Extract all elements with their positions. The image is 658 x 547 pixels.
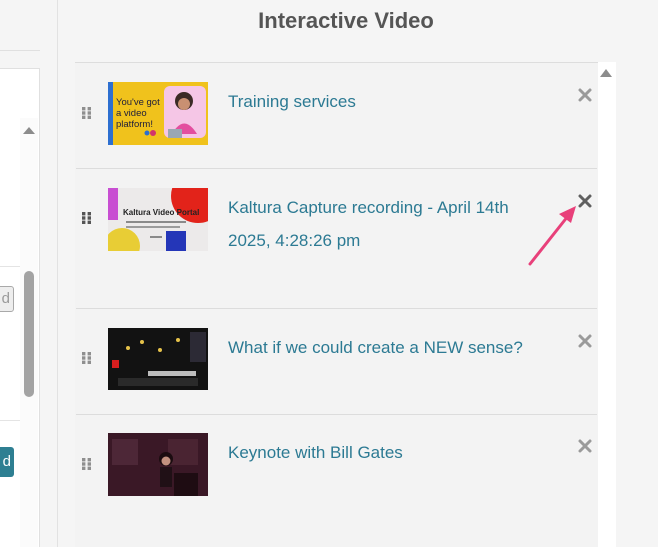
drag-handle-icon[interactable]	[82, 107, 92, 119]
video-title[interactable]: Training services	[228, 85, 533, 118]
close-icon[interactable]	[577, 87, 593, 103]
left-divider	[0, 50, 40, 51]
video-title[interactable]: Keynote with Bill Gates	[228, 436, 533, 469]
svg-text:a video: a video	[116, 108, 147, 119]
panel-divider	[57, 0, 58, 547]
scroll-up-icon[interactable]	[600, 69, 612, 77]
close-icon[interactable]	[577, 438, 593, 454]
list-scrollbar[interactable]	[598, 62, 616, 547]
video-thumbnail[interactable]: You've got a video platform!	[108, 82, 208, 145]
left-panel: d d	[0, 0, 58, 547]
arrow-annotation-icon	[528, 206, 576, 266]
page-title: Interactive Video	[258, 8, 434, 33]
close-icon[interactable]	[577, 333, 593, 349]
left-list-divider	[0, 420, 20, 421]
video-title[interactable]: What if we could create a NEW sense?	[228, 331, 533, 364]
list-item[interactable]: What if we could create a NEW sense?	[76, 309, 597, 414]
svg-text:platform!: platform!	[116, 119, 153, 130]
list-item[interactable]: You've got a video platform! Training se…	[76, 70, 597, 168]
list-item[interactable]: Kaltura Video Portal Kaltura Capture rec…	[76, 169, 597, 308]
svg-text:You've got: You've got	[116, 97, 160, 108]
left-scrollbar-thumb[interactable]	[24, 271, 34, 397]
drag-handle-icon[interactable]	[82, 458, 92, 470]
page: d d Interactive Video You've got a video…	[0, 0, 658, 547]
left-partial-button[interactable]: d	[0, 286, 14, 312]
drag-handle-icon[interactable]	[82, 352, 92, 364]
video-thumbnail[interactable]	[108, 433, 208, 496]
video-thumbnail[interactable]: Kaltura Video Portal	[108, 188, 208, 251]
left-list-divider	[0, 266, 20, 267]
scroll-up-icon[interactable]	[23, 127, 35, 134]
thumb-caption: Kaltura Video Portal	[123, 208, 199, 217]
left-partial-primary-button[interactable]: d	[0, 447, 14, 477]
video-thumbnail[interactable]	[108, 328, 208, 390]
list-item[interactable]: Keynote with Bill Gates	[76, 415, 597, 525]
drag-handle-icon[interactable]	[82, 212, 92, 224]
video-title[interactable]: Kaltura Capture recording - April 14th 2…	[228, 191, 533, 257]
